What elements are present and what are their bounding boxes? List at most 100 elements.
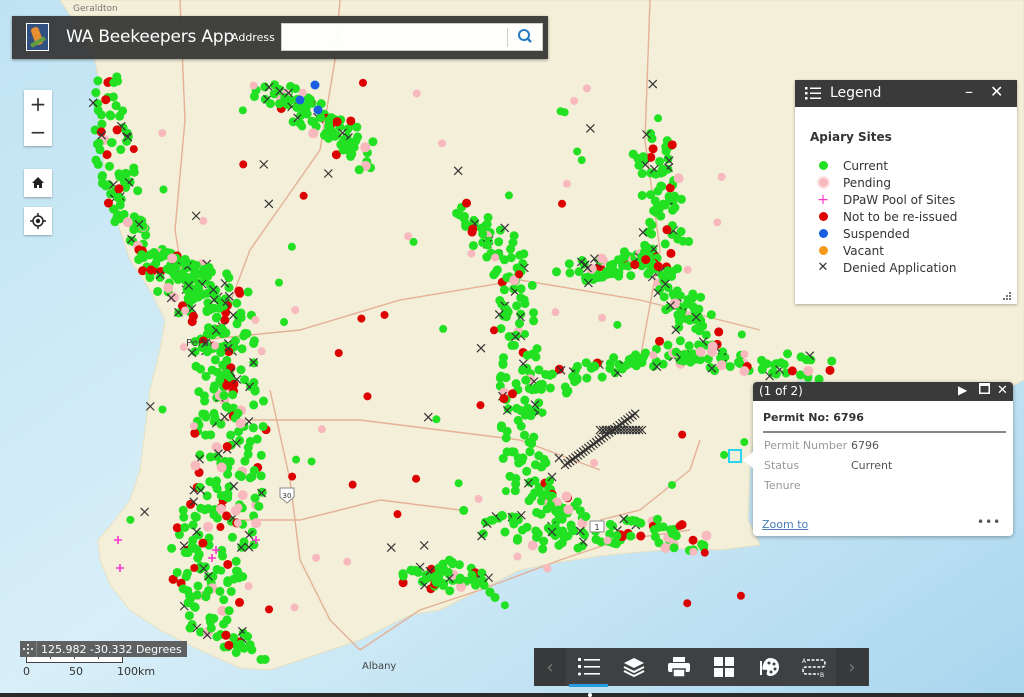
site-marker[interactable] — [682, 299, 692, 309]
site-marker[interactable] — [257, 347, 266, 356]
site-marker[interactable] — [334, 348, 343, 357]
site-marker[interactable] — [683, 265, 692, 274]
site-marker[interactable] — [224, 606, 234, 616]
site-marker[interactable] — [671, 347, 681, 357]
site-marker[interactable] — [235, 418, 246, 429]
site-marker[interactable] — [113, 76, 123, 86]
site-marker[interactable] — [582, 373, 592, 383]
site-marker[interactable] — [222, 442, 232, 452]
site-marker[interactable] — [180, 547, 190, 557]
site-marker[interactable] — [343, 124, 353, 134]
search-button[interactable] — [511, 26, 539, 48]
site-marker[interactable] — [717, 172, 726, 181]
site-marker[interactable] — [332, 117, 342, 127]
site-marker[interactable] — [248, 423, 258, 433]
site-marker[interactable] — [566, 520, 576, 530]
site-marker[interactable] — [444, 555, 454, 565]
site-marker[interactable] — [181, 306, 190, 315]
site-marker[interactable] — [529, 308, 539, 318]
site-marker[interactable] — [636, 531, 646, 541]
site-marker[interactable] — [649, 351, 658, 360]
site-marker[interactable] — [437, 139, 446, 148]
site-marker[interactable] — [825, 365, 835, 375]
site-marker[interactable] — [631, 361, 641, 371]
toolbar-draw-button[interactable] — [746, 648, 791, 686]
site-marker[interactable] — [380, 310, 389, 319]
site-marker[interactable] — [295, 95, 305, 105]
site-marker[interactable] — [658, 199, 668, 209]
site-marker[interactable] — [324, 117, 333, 126]
site-marker[interactable] — [617, 364, 627, 374]
legend-close-button[interactable]: ✕ — [990, 82, 1003, 101]
site-marker[interactable] — [219, 391, 229, 401]
site-marker[interactable] — [216, 348, 226, 358]
site-marker[interactable] — [529, 316, 539, 326]
site-marker[interactable] — [513, 515, 523, 525]
site-marker[interactable] — [552, 267, 562, 277]
site-marker[interactable] — [508, 238, 518, 248]
site-marker[interactable] — [701, 530, 712, 541]
site-marker[interactable] — [177, 268, 187, 278]
site-marker[interactable] — [212, 293, 222, 303]
site-marker[interactable] — [192, 590, 202, 600]
site-marker[interactable] — [439, 324, 448, 333]
site-marker[interactable] — [527, 349, 537, 359]
site-marker[interactable] — [656, 168, 666, 178]
site-marker[interactable] — [512, 301, 522, 311]
site-marker[interactable] — [574, 267, 584, 277]
site-marker[interactable] — [411, 565, 421, 575]
site-marker[interactable] — [642, 242, 652, 252]
site-marker[interactable] — [488, 515, 498, 525]
site-marker[interactable] — [557, 514, 567, 524]
site-marker[interactable] — [676, 194, 686, 204]
site-marker[interactable] — [787, 366, 797, 376]
site-marker[interactable] — [280, 318, 289, 327]
site-marker[interactable] — [101, 95, 111, 105]
site-marker[interactable] — [684, 236, 694, 246]
site-marker[interactable] — [667, 271, 677, 281]
site-marker[interactable] — [454, 560, 464, 570]
site-marker[interactable] — [199, 391, 209, 401]
site-marker[interactable] — [634, 160, 644, 170]
site-marker[interactable] — [474, 494, 483, 503]
site-marker[interactable] — [660, 542, 671, 553]
site-marker[interactable] — [260, 654, 270, 664]
site-marker[interactable] — [259, 396, 269, 406]
site-marker[interactable] — [223, 559, 233, 569]
site-marker[interactable] — [217, 566, 226, 575]
site-marker[interactable] — [520, 395, 530, 405]
locate-button[interactable] — [24, 207, 52, 235]
site-marker[interactable] — [97, 119, 107, 129]
site-marker[interactable] — [634, 518, 644, 528]
site-marker[interactable] — [641, 255, 651, 265]
site-marker[interactable] — [234, 503, 243, 512]
site-marker[interactable] — [511, 379, 521, 389]
site-marker[interactable] — [518, 365, 528, 375]
site-marker[interactable] — [649, 525, 659, 535]
site-marker[interactable] — [716, 360, 727, 371]
site-marker[interactable] — [222, 380, 232, 390]
site-marker[interactable] — [307, 457, 316, 466]
site-marker[interactable] — [226, 586, 236, 596]
site-marker[interactable] — [512, 403, 522, 413]
site-marker[interactable] — [740, 438, 749, 447]
site-marker[interactable] — [412, 89, 421, 98]
site-marker[interactable] — [651, 207, 661, 217]
site-marker[interactable] — [676, 291, 685, 300]
site-marker[interactable] — [507, 389, 517, 399]
site-marker[interactable] — [561, 491, 572, 502]
site-marker[interactable] — [737, 330, 746, 339]
site-marker[interactable] — [516, 293, 526, 303]
site-marker[interactable] — [226, 430, 236, 440]
site-marker[interactable] — [467, 570, 477, 580]
site-marker[interactable] — [232, 298, 242, 308]
site-marker[interactable] — [455, 575, 465, 585]
site-marker[interactable] — [216, 523, 225, 532]
site-marker[interactable] — [499, 353, 509, 363]
site-marker[interactable] — [432, 415, 441, 424]
site-marker[interactable] — [462, 198, 472, 208]
site-marker[interactable] — [93, 159, 103, 169]
site-marker[interactable] — [236, 365, 246, 375]
site-marker[interactable] — [134, 255, 144, 265]
site-marker[interactable] — [501, 487, 510, 496]
